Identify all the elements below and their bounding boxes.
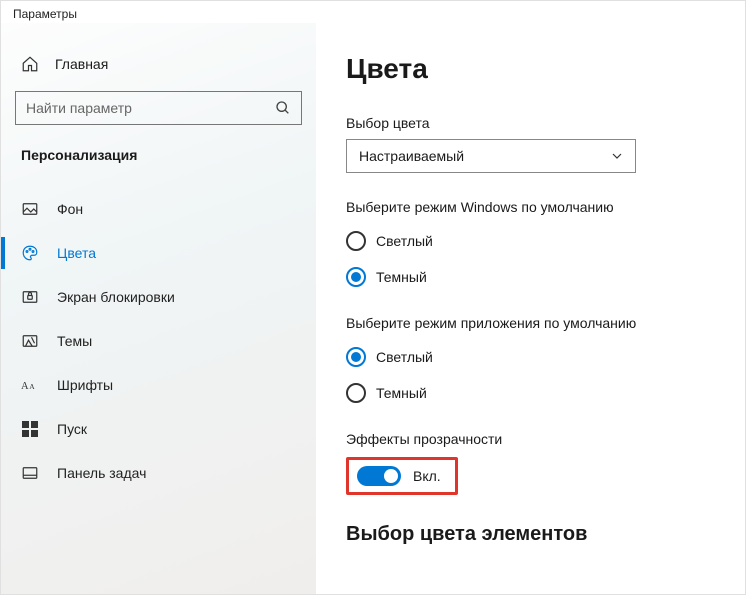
- color-picker-dropdown[interactable]: Настраиваемый: [346, 139, 636, 173]
- sidebar-item-label: Цвета: [57, 245, 96, 261]
- chevron-down-icon: [611, 150, 623, 162]
- toggle-knob: [384, 469, 398, 483]
- sidebar-item-start[interactable]: Пуск: [1, 407, 316, 451]
- sidebar-item-label: Пуск: [57, 421, 87, 437]
- app-mode-label: Выберите режим приложения по умолчанию: [346, 315, 715, 331]
- nav-home-label: Главная: [55, 56, 108, 72]
- sidebar-section-title: Персонализация: [15, 147, 302, 181]
- radio-icon: [346, 267, 366, 287]
- sidebar-item-colors[interactable]: Цвета: [1, 231, 316, 275]
- nav-home[interactable]: Главная: [15, 41, 302, 91]
- search-icon: [275, 100, 291, 116]
- start-icon: [21, 421, 39, 437]
- radio-label: Светлый: [376, 233, 433, 249]
- windows-mode-label: Выберите режим Windows по умолчанию: [346, 199, 715, 215]
- toggle-state-label: Вкл.: [413, 468, 441, 484]
- window-title: Параметры: [1, 1, 745, 23]
- sidebar-item-background[interactable]: Фон: [1, 187, 316, 231]
- element-color-heading: Выбор цвета элементов: [346, 523, 715, 546]
- content-area: Цвета Выбор цвета Настраиваемый Выберите…: [316, 23, 745, 594]
- radio-label: Темный: [376, 269, 427, 285]
- radio-icon: [346, 231, 366, 251]
- page-title: Цвета: [346, 53, 715, 85]
- fonts-icon: AA: [21, 378, 39, 392]
- search-input-container[interactable]: [15, 91, 302, 125]
- transparency-label: Эффекты прозрачности: [346, 431, 715, 447]
- sidebar-item-fonts[interactable]: AA Шрифты: [1, 363, 316, 407]
- sidebar-item-label: Экран блокировки: [57, 289, 175, 305]
- dropdown-value: Настраиваемый: [359, 148, 464, 164]
- lockscreen-icon: [21, 288, 39, 306]
- color-picker-label: Выбор цвета: [346, 115, 715, 131]
- sidebar-item-label: Шрифты: [57, 377, 113, 393]
- windows-mode-light[interactable]: Светлый: [346, 223, 715, 259]
- taskbar-icon: [21, 464, 39, 482]
- sidebar-item-lockscreen[interactable]: Экран блокировки: [1, 275, 316, 319]
- palette-icon: [21, 244, 39, 262]
- transparency-toggle[interactable]: [357, 466, 401, 486]
- sidebar-item-label: Фон: [57, 201, 83, 217]
- svg-text:A: A: [21, 381, 29, 392]
- sidebar-item-themes[interactable]: Темы: [1, 319, 316, 363]
- themes-icon: [21, 332, 39, 350]
- sidebar-item-taskbar[interactable]: Панель задач: [1, 451, 316, 495]
- sidebar-item-label: Панель задач: [57, 465, 146, 481]
- radio-icon: [346, 347, 366, 367]
- search-input[interactable]: [26, 100, 275, 116]
- transparency-highlight: Вкл.: [346, 457, 458, 495]
- app-mode-light[interactable]: Светлый: [346, 339, 715, 375]
- picture-icon: [21, 200, 39, 218]
- radio-label: Светлый: [376, 349, 433, 365]
- app-mode-dark[interactable]: Темный: [346, 375, 715, 411]
- radio-icon: [346, 383, 366, 403]
- svg-text:A: A: [29, 382, 35, 391]
- sidebar-item-label: Темы: [57, 333, 92, 349]
- sidebar: Главная Персонализация Фон: [1, 23, 316, 594]
- radio-label: Темный: [376, 385, 427, 401]
- windows-mode-dark[interactable]: Темный: [346, 259, 715, 295]
- home-icon: [21, 55, 39, 73]
